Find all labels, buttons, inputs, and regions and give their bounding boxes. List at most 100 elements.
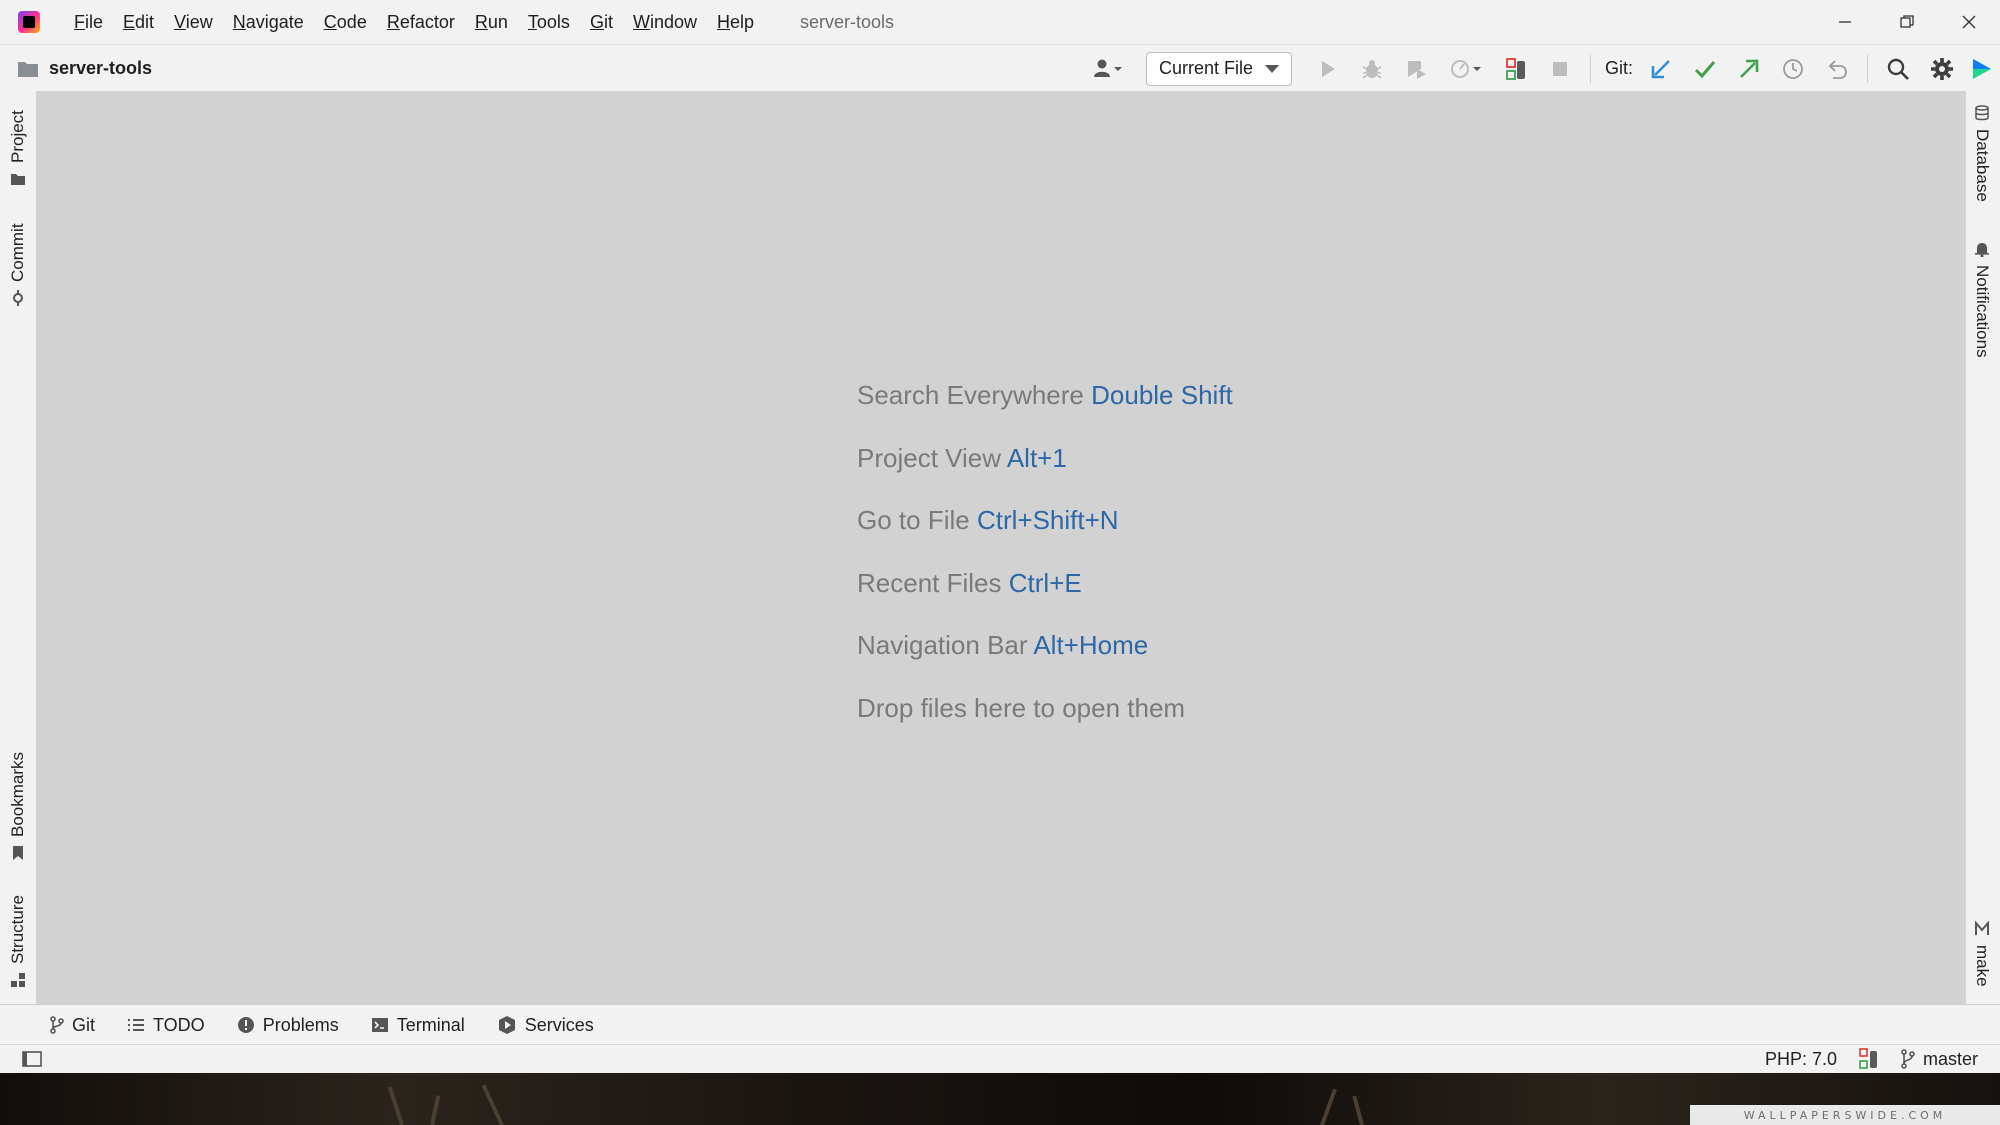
make-tab-label: make: [1973, 945, 1992, 987]
notifications-tool-tab[interactable]: Notifications: [1972, 241, 1992, 358]
debug-button[interactable]: [1350, 45, 1394, 92]
terminal-tab-label: Terminal: [396, 1014, 465, 1035]
git-rollback-button[interactable]: [1815, 45, 1859, 92]
restore-button[interactable]: [1876, 0, 1938, 44]
search-icon: [1887, 58, 1909, 80]
todo-tool-tab[interactable]: TODO: [127, 1015, 205, 1036]
branch-icon: [1901, 1049, 1915, 1069]
minimize-button[interactable]: [1814, 0, 1876, 44]
list-icon: [128, 1019, 145, 1031]
hint-shortcut: Alt+Home: [1033, 630, 1149, 660]
settings-button[interactable]: [1920, 45, 1964, 92]
structure-tool-tab[interactable]: Structure: [8, 895, 28, 988]
hint-text: Search Everywhere: [857, 380, 1084, 410]
project-tool-tab[interactable]: Project: [8, 110, 28, 187]
folder-icon: [11, 174, 25, 185]
structure-tab-label: Structure: [8, 895, 27, 964]
problems-tool-tab[interactable]: Problems: [237, 1015, 339, 1036]
toolbar-separator: [1867, 54, 1868, 83]
wallpaper-texture: [1352, 1095, 1364, 1125]
wallpaper-watermark: WALLPAPERSWIDE.COM: [1690, 1105, 2000, 1125]
hint-shortcut: Double Shift: [1091, 380, 1233, 410]
gear-icon: [1931, 57, 1953, 80]
menu-refactor[interactable]: Refactor: [377, 0, 465, 44]
bookmarks-tool-tab[interactable]: Bookmarks: [8, 752, 28, 861]
user-account-button[interactable]: [1080, 45, 1136, 92]
bell-icon: [1975, 243, 1989, 257]
menu-tools[interactable]: Tools: [518, 0, 580, 44]
profile-button[interactable]: [1438, 45, 1494, 92]
editor-area[interactable]: Search Everywhere Double Shift Project V…: [37, 91, 1965, 1004]
run-config-select[interactable]: Current File: [1145, 51, 1292, 86]
stop-icon: [1552, 61, 1567, 76]
git-history-button[interactable]: [1771, 45, 1815, 92]
hint-navigation-bar: Navigation Bar Alt+Home: [857, 629, 1233, 692]
menu-view[interactable]: View: [164, 0, 223, 44]
bookmark-icon: [13, 846, 23, 860]
branch-name: master: [1922, 1048, 1978, 1069]
menu-git[interactable]: Git: [580, 0, 623, 44]
menu-help[interactable]: Help: [707, 0, 764, 44]
terminal-tool-tab[interactable]: Terminal: [371, 1015, 465, 1036]
search-everywhere-button[interactable]: [1876, 45, 1920, 92]
run-config-label: Current File: [1158, 58, 1253, 78]
services-tool-tab[interactable]: Services: [497, 1015, 594, 1036]
phpstorm-logo-icon[interactable]: [18, 11, 40, 33]
hint-shortcut: Ctrl+Shift+N: [976, 505, 1119, 535]
run-button[interactable]: [1306, 45, 1350, 92]
menu-code[interactable]: Code: [314, 0, 377, 44]
menu-bar: File Edit View Navigate Code Refactor Ru…: [0, 0, 2000, 44]
terminal-icon: [371, 1018, 388, 1032]
git-tool-tab[interactable]: Git: [50, 1015, 95, 1036]
close-window-button[interactable]: [1938, 0, 2000, 44]
bottom-tool-window-bar: Git TODO Problems Terminal Services: [0, 1004, 2000, 1045]
play-icon: [1321, 60, 1335, 77]
checkmark-icon: [1694, 60, 1716, 78]
menu-window[interactable]: Window: [623, 0, 707, 44]
wallpaper-texture: [1320, 1088, 1337, 1125]
php-debug-widget[interactable]: [1859, 1048, 1879, 1070]
code-with-me-icon: [1973, 58, 1991, 79]
git-commit-button[interactable]: [1683, 45, 1727, 92]
git-push-button[interactable]: [1727, 45, 1771, 92]
toolbar-actions: Current File Git:: [1080, 45, 2000, 92]
toggle-tool-windows-icon[interactable]: [22, 1050, 42, 1068]
menu-navigate[interactable]: Navigate: [223, 0, 314, 44]
warning-circle-icon: [237, 1017, 254, 1033]
git-update-button[interactable]: [1639, 45, 1683, 92]
menu-run[interactable]: Run: [465, 0, 518, 44]
stop-button[interactable]: [1538, 45, 1582, 92]
commit-tab-label: Commit: [8, 223, 27, 282]
hint-search-everywhere: Search Everywhere Double Shift: [857, 379, 1233, 442]
run-with-coverage-button[interactable]: [1394, 45, 1438, 92]
database-tab-label: Database: [1973, 129, 1992, 202]
php-debug-icon: [1859, 1048, 1877, 1069]
main-toolbar: server-tools Current File Git:: [0, 44, 2000, 93]
status-bar-widgets: PHP: 7.0 master: [1765, 1045, 2000, 1073]
wallpaper-texture: [387, 1086, 404, 1125]
git-tab-label: Git: [72, 1014, 96, 1035]
folder-icon: [18, 61, 38, 77]
git-label: Git:: [1604, 58, 1633, 78]
code-with-me-button[interactable]: [1964, 45, 2000, 92]
project-name[interactable]: server-tools: [49, 58, 152, 79]
arrow-up-right-icon: [1740, 59, 1759, 78]
left-tool-window-strip: Project Commit Bookmarks Structure: [0, 91, 37, 1004]
bookmarks-tab-label: Bookmarks: [8, 751, 27, 837]
close-icon: [1962, 15, 1976, 29]
commit-tool-tab[interactable]: Commit: [8, 223, 28, 306]
wallpaper-texture: [481, 1084, 504, 1125]
php-version-widget[interactable]: PHP: 7.0: [1765, 1049, 1837, 1070]
attach-debugger-button[interactable]: [1494, 45, 1538, 92]
make-tool-tab[interactable]: make: [1972, 921, 1992, 987]
menu-file[interactable]: File: [64, 0, 113, 44]
commit-icon: [13, 290, 23, 306]
hint-text: Project View: [857, 442, 1002, 473]
services-tab-label: Services: [524, 1014, 594, 1035]
restore-icon: [1900, 15, 1914, 28]
menu-edit[interactable]: Edit: [113, 0, 164, 44]
database-tool-tab[interactable]: Database: [1972, 105, 1992, 202]
git-branch-widget[interactable]: master: [1901, 1049, 1978, 1070]
hint-text: Drop files here to open them: [857, 692, 1186, 723]
attach-debug-icon: [1506, 57, 1525, 80]
